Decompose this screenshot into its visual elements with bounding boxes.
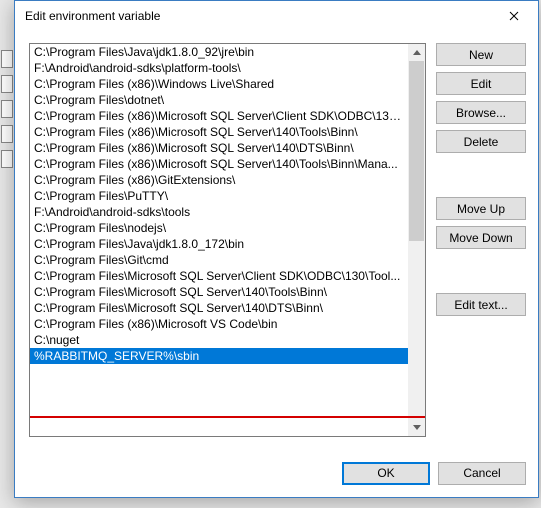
close-icon [509, 11, 519, 21]
vertical-scrollbar[interactable] [408, 44, 425, 436]
chevron-up-icon [413, 50, 421, 55]
list-item[interactable]: C:\Program Files (x86)\GitExtensions\ [30, 172, 408, 188]
new-button[interactable]: New [436, 43, 526, 66]
ok-button[interactable]: OK [342, 462, 430, 485]
scroll-down-arrow[interactable] [408, 419, 425, 436]
list-item[interactable]: C:\Program Files\Microsoft SQL Server\14… [30, 300, 408, 316]
move-up-button[interactable]: Move Up [436, 197, 526, 220]
list-item[interactable]: %RABBITMQ_SERVER%\sbin [30, 348, 408, 364]
chevron-down-icon [413, 425, 421, 430]
edit-env-var-dialog: Edit environment variable C:\Program Fil… [14, 0, 539, 498]
scrollbar-track[interactable] [408, 61, 425, 419]
list-item[interactable]: C:\Program Files (x86)\Microsoft SQL Ser… [30, 140, 408, 156]
edit-button[interactable]: Edit [436, 72, 526, 95]
edit-text-button[interactable]: Edit text... [436, 293, 526, 316]
list-item[interactable]: C:\Program Files (x86)\Microsoft SQL Ser… [30, 124, 408, 140]
list-item[interactable]: C:\Program Files (x86)\Microsoft SQL Ser… [30, 156, 408, 172]
list-item[interactable]: C:\Program Files\Microsoft SQL Server\14… [30, 284, 408, 300]
delete-button[interactable]: Delete [436, 130, 526, 153]
list-item[interactable]: C:\Program Files\PuTTY\ [30, 188, 408, 204]
list-item[interactable]: C:\Program Files (x86)\Microsoft SQL Ser… [30, 108, 408, 124]
list-item[interactable]: F:\Android\android-sdks\tools [30, 204, 408, 220]
titlebar: Edit environment variable [15, 1, 538, 31]
dialog-title: Edit environment variable [25, 9, 160, 23]
list-item[interactable]: C:\Program Files\Java\jdk1.8.0_92\jre\bi… [30, 44, 408, 60]
scrollbar-thumb[interactable] [409, 61, 424, 241]
cancel-button[interactable]: Cancel [438, 462, 526, 485]
list-item[interactable]: F:\Android\android-sdks\platform-tools\ [30, 60, 408, 76]
list-item[interactable]: C:\Program Files\Git\cmd [30, 252, 408, 268]
path-listbox[interactable]: C:\Program Files\Java\jdk1.8.0_92\jre\bi… [29, 43, 426, 437]
list-item[interactable]: C:\Program Files\Java\jdk1.8.0_172\bin [30, 236, 408, 252]
dialog-footer: OK Cancel [15, 449, 538, 497]
list-item[interactable]: C:\Program Files\dotnet\ [30, 92, 408, 108]
close-button[interactable] [491, 2, 536, 30]
list-item[interactable]: C:\Program Files (x86)\Microsoft VS Code… [30, 316, 408, 332]
list-item[interactable]: C:\Program Files\Microsoft SQL Server\Cl… [30, 268, 408, 284]
scroll-up-arrow[interactable] [408, 44, 425, 61]
browse-button[interactable]: Browse... [436, 101, 526, 124]
move-down-button[interactable]: Move Down [436, 226, 526, 249]
list-item[interactable]: C:\Program Files\nodejs\ [30, 220, 408, 236]
list-item[interactable]: C:\nuget [30, 332, 408, 348]
list-item[interactable]: C:\Program Files (x86)\Windows Live\Shar… [30, 76, 408, 92]
